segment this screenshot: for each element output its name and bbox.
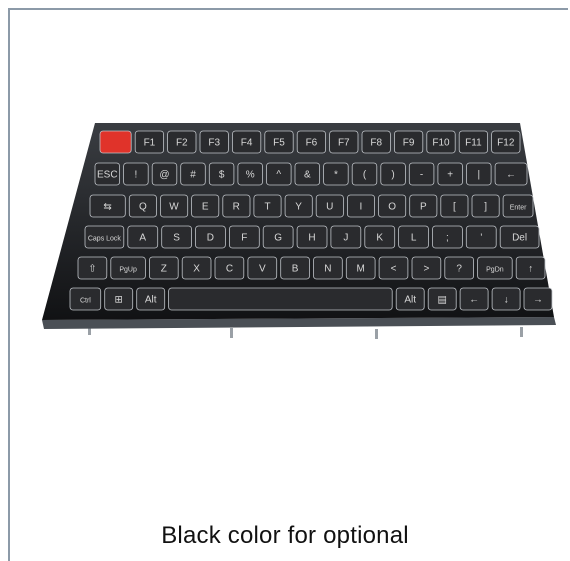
key-legend: + xyxy=(447,170,453,181)
key-legend: Q xyxy=(139,202,147,213)
key-legend: F1 xyxy=(144,138,156,149)
key-legend: ⇧ xyxy=(88,264,96,275)
key-legend: ? xyxy=(456,264,462,275)
key-legend: Y xyxy=(295,202,302,213)
key xyxy=(99,130,132,154)
key-legend: [ xyxy=(453,202,456,213)
key-legend: Caps Lock xyxy=(88,236,122,243)
key-legend: ESC xyxy=(97,170,118,181)
key-legend: < xyxy=(391,264,397,275)
key-legend: # xyxy=(190,170,196,181)
key-legend: PgDn xyxy=(486,267,504,274)
key-legend: N xyxy=(324,264,331,275)
keyboard-photo: F1 F2 F3 F4 F5 F6 F7 F8 F9 F10 F11 F12ESC! @ # $% ^ & *()… xyxy=(42,123,556,339)
key-legend: > xyxy=(423,264,429,275)
key-legend: Del xyxy=(512,233,527,244)
key-legend: $ xyxy=(219,170,225,181)
key-legend: & xyxy=(304,170,311,181)
key-legend: W xyxy=(169,202,179,213)
key-legend: Alt xyxy=(145,295,157,306)
key-legend: U xyxy=(326,202,333,213)
key-legend: O xyxy=(388,202,396,213)
key-legend: F4 xyxy=(241,138,253,149)
key-legend: Enter xyxy=(510,205,527,212)
key-legend: ↑ xyxy=(528,264,533,275)
key-legend: F2 xyxy=(176,138,188,149)
key-legend: F3 xyxy=(208,138,220,149)
key-legend: | xyxy=(477,170,480,181)
key-legend: ⇆ xyxy=(103,202,111,213)
key-legend: → xyxy=(533,295,543,306)
key-legend: D xyxy=(207,233,214,244)
key-legend: V xyxy=(259,264,266,275)
key-legend: F xyxy=(241,233,247,244)
key-legend: F8 xyxy=(370,138,382,149)
key-legend: F5 xyxy=(273,138,285,149)
key-legend: ; xyxy=(446,233,449,244)
key-legend: S xyxy=(173,233,180,244)
key-legend: ▤ xyxy=(437,295,446,306)
key-legend: ⊞ xyxy=(115,295,123,306)
key-legend: ' xyxy=(480,233,482,244)
key-legend: H xyxy=(308,233,315,244)
key-legend: F9 xyxy=(403,138,415,149)
key-legend: F6 xyxy=(306,138,318,149)
key-legend: L xyxy=(411,233,417,244)
key-legend: ] xyxy=(484,202,487,213)
key-legend: F7 xyxy=(338,138,350,149)
key-legend: ← xyxy=(506,170,516,181)
key-legend: M xyxy=(357,264,365,275)
key-legend: I xyxy=(360,202,363,213)
key-legend: PgUp xyxy=(119,267,137,274)
key-legend: R xyxy=(233,202,240,213)
key-legend: - xyxy=(420,170,423,181)
key-legend: % xyxy=(246,170,255,181)
key-legend: X xyxy=(193,264,200,275)
key-legend: C xyxy=(226,264,233,275)
key-legend: E xyxy=(202,202,209,213)
key-legend: F11 xyxy=(465,138,482,149)
key-legend: A xyxy=(139,233,146,244)
key-legend: Alt xyxy=(404,295,416,306)
key-legend: J xyxy=(343,233,348,244)
key-legend: F10 xyxy=(432,138,450,149)
key-legend: ^ xyxy=(276,170,281,181)
key xyxy=(168,287,393,311)
key-legend: Ctrl xyxy=(80,298,91,305)
key-legend: K xyxy=(376,233,383,244)
key-legend: ← xyxy=(469,295,479,306)
key-legend: B xyxy=(292,264,299,275)
key-legend: * xyxy=(334,170,338,181)
key-legend: @ xyxy=(159,170,169,181)
key-legend: P xyxy=(420,202,427,213)
key-legend: ! xyxy=(135,170,138,181)
key-legend: ) xyxy=(391,170,394,181)
photo-caption: Black color for optional xyxy=(161,522,409,549)
key-legend: ↓ xyxy=(504,295,509,306)
key-legend: T xyxy=(264,202,270,213)
key-legend: G xyxy=(274,233,282,244)
key-legend: Z xyxy=(161,264,167,275)
key-legend: F12 xyxy=(497,138,515,149)
